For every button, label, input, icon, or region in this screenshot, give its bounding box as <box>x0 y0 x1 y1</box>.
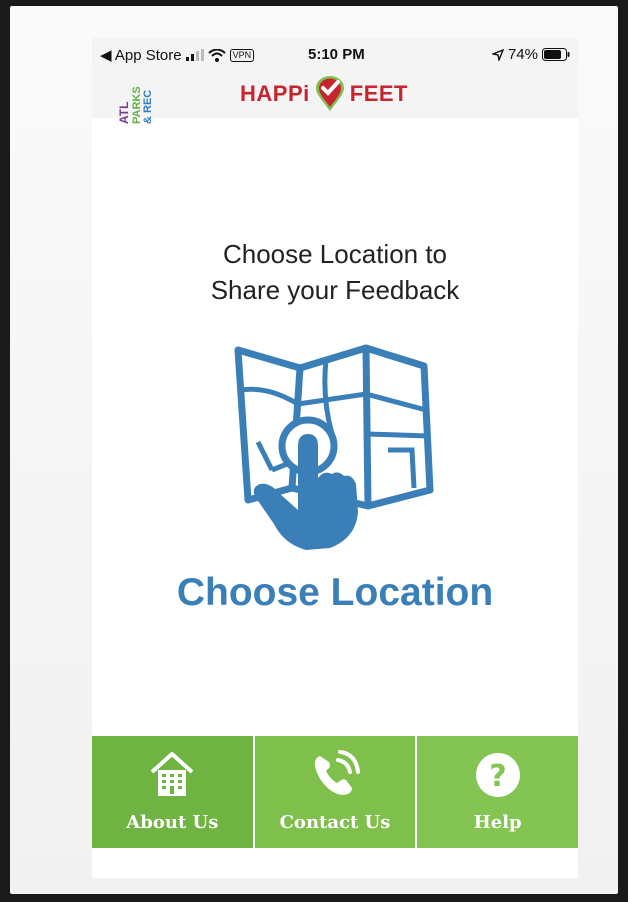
choose-location-button[interactable]: Choose Location <box>132 571 538 615</box>
nav-help[interactable]: ? Help <box>417 736 578 848</box>
nav-help-label: Help <box>473 812 522 833</box>
location-pin-check-icon <box>315 76 344 111</box>
signal-icon <box>185 49 204 61</box>
status-right: 74% <box>491 46 570 63</box>
bottom-nav: About Us Contact Us ? Help <box>92 736 578 848</box>
nav-contact-us[interactable]: Contact Us <box>254 736 418 848</box>
battery-percent: 74% <box>507 46 538 63</box>
battery-icon <box>542 48 570 61</box>
svg-text:?: ? <box>489 759 506 794</box>
vpn-badge: VPN <box>229 48 255 62</box>
status-bar: ◀ App Store VPN 5:10 PM 74% <box>92 38 578 68</box>
brand-left-text: HAPPi <box>240 81 310 106</box>
app-header: ATL PARKS & REC HAPPi FEET <box>92 68 578 124</box>
atl-parks-rec-logo: ATL PARKS & REC <box>117 86 152 124</box>
map-touch-icon[interactable] <box>228 338 438 558</box>
happi-feet-logo: HAPPi FEET <box>240 76 408 112</box>
building-icon <box>150 752 194 796</box>
phone-icon <box>314 750 360 795</box>
app-screen: ◀ App Store VPN 5:10 PM 74% ATL PARKS RE… <box>92 38 578 878</box>
svg-text:& REC: & REC <box>142 90 152 124</box>
question-icon: ? <box>475 753 520 797</box>
wifi-icon <box>207 48 226 62</box>
brand-right-text: FEET <box>349 81 408 106</box>
subtitle-line-1: Choose Location to <box>222 239 448 269</box>
nav-about-us-label: About Us <box>126 812 219 833</box>
device-frame: ◀ App Store VPN 5:10 PM 74% ATL PARKS RE… <box>10 6 618 894</box>
subtitle-line-2: Share your Feedback <box>210 275 460 305</box>
nav-contact-us-label: Contact Us <box>279 812 391 833</box>
nav-about-us[interactable]: About Us <box>92 736 255 848</box>
clock: 5:10 PM <box>308 46 365 63</box>
svg-text:ATL: ATL <box>117 102 131 124</box>
page-subtitle: Choose Location to Share your Feedback <box>92 236 578 308</box>
location-arrow-icon <box>491 48 504 61</box>
